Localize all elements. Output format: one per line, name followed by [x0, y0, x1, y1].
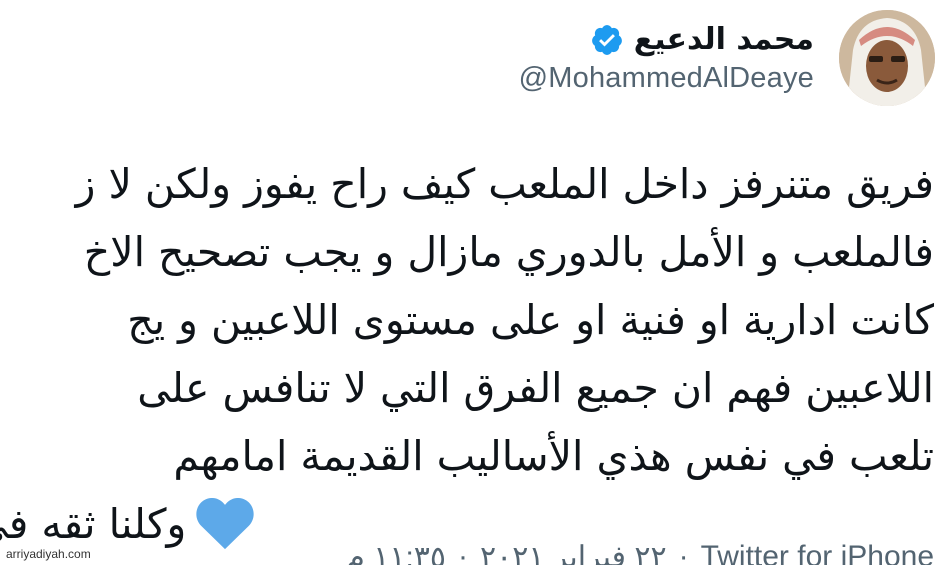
avatar-image	[839, 10, 935, 106]
tweet-metadata: ١١:٣٥ م · ٢٢ فبراير ٢٠٢١ · Twitter for i…	[346, 540, 934, 565]
blue-heart-icon	[196, 498, 254, 550]
avatar[interactable]	[839, 10, 935, 106]
tweet-date[interactable]: ٢٢ فبراير ٢٠٢١	[480, 540, 667, 565]
tweet-text-line: تلعب في نفس هذي الأساليب القديمة امامهم	[173, 432, 934, 480]
tweet-card: محمد الدعيع @MohammedAlDeaye فريق متنرفز…	[0, 0, 950, 565]
name-row: محمد الدعيع	[590, 14, 814, 66]
tweet-time[interactable]: ١١:٣٥ م	[346, 540, 446, 565]
watermark: arriyadiyah.com	[4, 547, 93, 561]
meta-separator: ·	[458, 540, 469, 565]
verified-badge-icon	[591, 25, 622, 55]
meta-separator: ·	[678, 540, 689, 565]
tweet-text: فريق متنرفز داخل الملعب كيف راح يفوز ولك…	[0, 150, 934, 558]
tweet-text-line: فريق متنرفز داخل الملعب كيف راح يفوز ولك…	[75, 160, 934, 208]
tweet-source[interactable]: Twitter for iPhone	[701, 540, 934, 565]
user-handle[interactable]: @MohammedAlDeaye	[519, 62, 814, 95]
tweet-text-line: فالملعب و الأمل بالدوري مازال و يجب تصحي…	[83, 228, 934, 276]
tweet-text-line: اللاعبين فهم ان جميع الفرق التي لا تنافس…	[137, 364, 934, 412]
display-name[interactable]: محمد الدعيع	[634, 25, 814, 55]
tweet-text-line: كانت ادارية او فنية او على مستوى اللاعبي…	[127, 296, 934, 344]
